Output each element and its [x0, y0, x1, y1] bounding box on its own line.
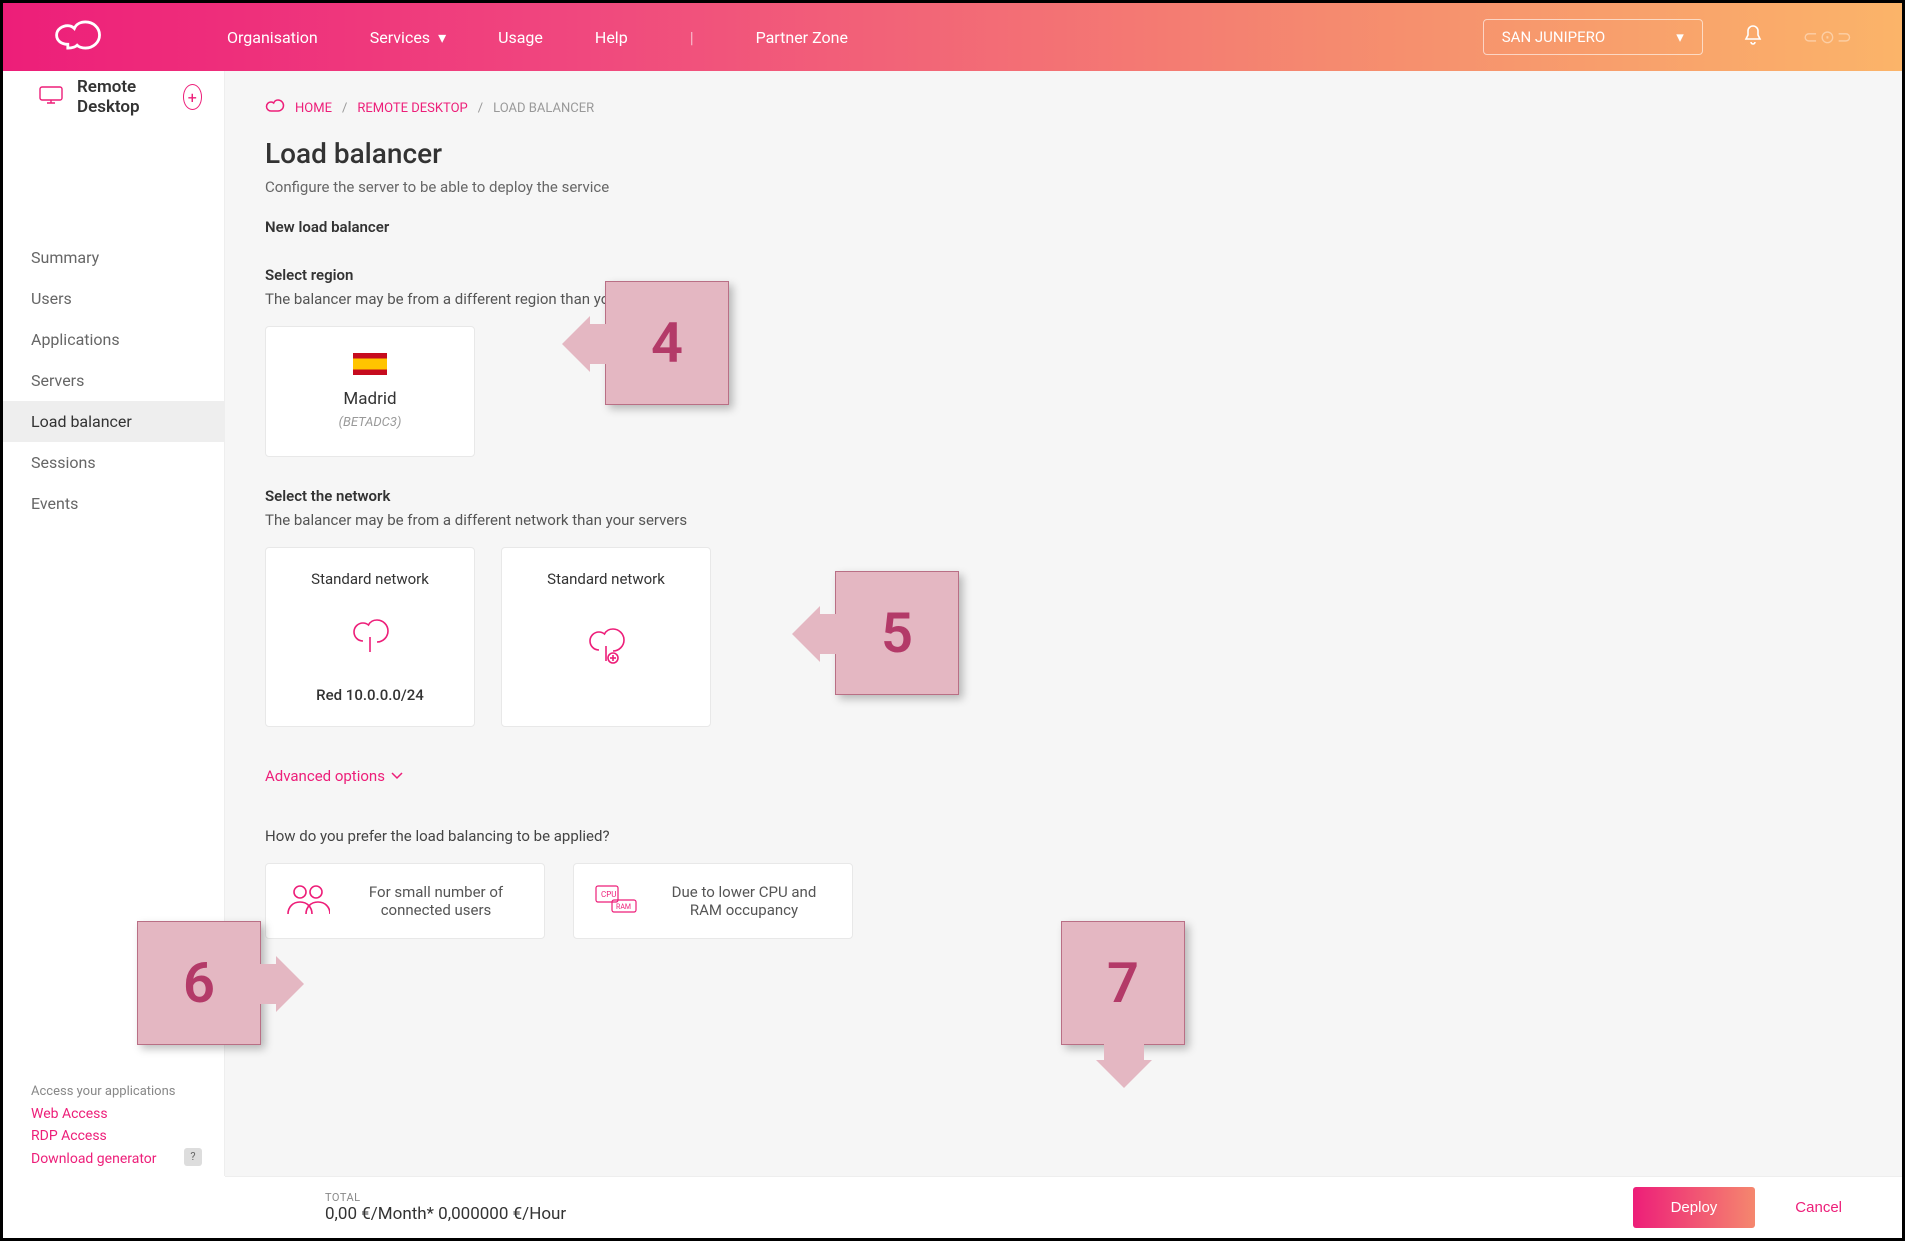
- link-rdp-access[interactable]: RDP Access: [31, 1125, 202, 1147]
- nav-services[interactable]: Services ▾: [370, 28, 446, 47]
- region-card-code: (BETADC3): [276, 415, 464, 430]
- network-help: The balancer may be from a different net…: [265, 511, 1862, 529]
- breadcrumb-current: LOAD BALANCER: [493, 101, 594, 116]
- sidebar-item-events[interactable]: Events: [3, 483, 224, 524]
- svg-text:CPU: CPU: [601, 890, 616, 899]
- pref-card-cpu-ram[interactable]: CPURAM Due to lower CPU and RAM occupanc…: [573, 863, 853, 939]
- region-help: The balancer may be from a different reg…: [265, 290, 1862, 308]
- link-download-generator[interactable]: Download generator ?: [31, 1148, 202, 1170]
- pref-card-cpu-ram-text: Due to lower CPU and RAM occupancy: [656, 883, 832, 919]
- breadcrumb: HOME / REMOTE DESKTOP / LOAD BALANCER: [265, 99, 1862, 117]
- nav-usage[interactable]: Usage: [498, 28, 543, 47]
- chevron-down-icon: [391, 772, 403, 780]
- page-title: Load balancer: [265, 137, 1862, 170]
- total-label: TOTAL: [325, 1191, 566, 1204]
- pref-card-users[interactable]: For small number of connected users: [265, 863, 545, 939]
- deploy-button[interactable]: Deploy: [1633, 1187, 1756, 1228]
- link-web-access[interactable]: Web Access: [31, 1103, 202, 1125]
- network-icon: [349, 619, 391, 655]
- advanced-options-toggle[interactable]: Advanced options: [265, 767, 403, 785]
- remote-desktop-icon: [39, 86, 63, 108]
- network-label: Select the network: [265, 487, 1862, 505]
- network-card-1[interactable]: Standard network Red 10.0.0.0/24: [265, 547, 475, 727]
- nav-organisation[interactable]: Organisation: [227, 28, 318, 47]
- sidebar-item-applications[interactable]: Applications: [3, 319, 224, 360]
- sidebar-item-load-balancer[interactable]: Load balancer: [3, 401, 224, 442]
- spain-flag-icon: [353, 353, 387, 375]
- region-card-madrid[interactable]: Madrid (BETADC3): [265, 326, 475, 457]
- total-value: 0,00 €/Month* 0,000000 €/Hour: [325, 1204, 566, 1224]
- sidebar-footer-hint: Access your applications: [31, 1084, 202, 1099]
- main-content: HOME / REMOTE DESKTOP / LOAD BALANCER Lo…: [225, 71, 1902, 1176]
- network-card-1-title: Standard network: [276, 570, 464, 588]
- main-nav: Organisation Services ▾ Usage Help | Par…: [227, 28, 848, 47]
- page-subtitle: Configure the server to be able to deplo…: [265, 178, 1862, 196]
- sidebar-item-sessions[interactable]: Sessions: [3, 442, 224, 483]
- org-dropdown-value: SAN JUNIPERO: [1502, 28, 1605, 46]
- org-dropdown[interactable]: SAN JUNIPERO ▾: [1483, 19, 1703, 55]
- notifications-icon[interactable]: [1743, 24, 1763, 50]
- help-icon[interactable]: ?: [184, 1148, 202, 1166]
- breadcrumb-remote-desktop[interactable]: REMOTE DESKTOP: [357, 101, 467, 116]
- network-card-1-detail: Red 10.0.0.0/24: [276, 686, 464, 704]
- section-new-lb: New load balancer: [265, 218, 1862, 236]
- cloud-icon: [265, 99, 285, 117]
- chevron-down-icon: ▾: [438, 28, 446, 47]
- advanced-options-label: Advanced options: [265, 767, 385, 785]
- add-button[interactable]: +: [183, 84, 202, 110]
- sidebar-item-servers[interactable]: Servers: [3, 360, 224, 401]
- pref-card-users-text: For small number of connected users: [348, 883, 524, 919]
- lb-preference-question: How do you prefer the load balancing to …: [265, 827, 1862, 845]
- nav-help[interactable]: Help: [595, 28, 628, 47]
- logo-icon: [51, 17, 107, 57]
- network-card-2[interactable]: Standard network: [501, 547, 711, 727]
- link-download-generator-label: Download generator: [31, 1151, 157, 1167]
- brand-mark-icon: ⊂⊙⊃: [1803, 27, 1854, 48]
- sidebar-item-users[interactable]: Users: [3, 278, 224, 319]
- svg-text:RAM: RAM: [616, 903, 631, 911]
- breadcrumb-home[interactable]: HOME: [295, 101, 332, 116]
- sidebar: Remote Desktop + Summary Users Applicati…: [3, 71, 225, 1176]
- network-add-icon: [585, 628, 627, 664]
- nav-services-label: Services: [370, 28, 430, 47]
- region-label: Select region: [265, 266, 1862, 284]
- nav-divider: |: [690, 28, 694, 47]
- users-icon: [286, 882, 330, 920]
- cpu-ram-icon: CPURAM: [594, 882, 638, 920]
- sidebar-item-summary[interactable]: Summary: [3, 237, 224, 278]
- sidebar-title: Remote Desktop: [77, 77, 169, 117]
- network-card-2-title: Standard network: [512, 570, 700, 588]
- nav-partner[interactable]: Partner Zone: [756, 28, 848, 47]
- chevron-down-icon: ▾: [1676, 28, 1684, 46]
- top-header: Organisation Services ▾ Usage Help | Par…: [3, 3, 1902, 71]
- footer-bar: TOTAL 0,00 €/Month* 0,000000 €/Hour Depl…: [225, 1176, 1902, 1238]
- cancel-button[interactable]: Cancel: [1795, 1199, 1842, 1216]
- region-card-name: Madrid: [276, 389, 464, 409]
